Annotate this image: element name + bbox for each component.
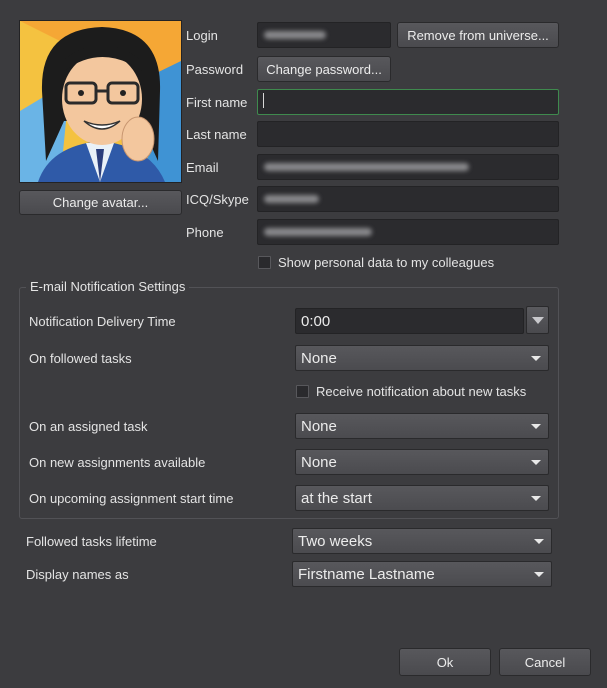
phone-field[interactable] xyxy=(257,219,559,245)
avatar xyxy=(19,20,182,183)
email-redacted xyxy=(264,163,469,171)
text-caret xyxy=(263,93,264,108)
last-name-label: Last name xyxy=(186,127,247,142)
change-avatar-button[interactable]: Change avatar... xyxy=(19,190,182,215)
assigned-task-select[interactable]: None xyxy=(295,413,549,439)
assigned-task-label: On an assigned task xyxy=(29,419,148,434)
new-assignments-label: On new assignments available xyxy=(29,455,206,470)
change-password-button[interactable]: Change password... xyxy=(257,56,391,82)
delivery-time-value: 0:00 xyxy=(301,312,331,330)
followed-tasks-lifetime-value: Two weeks xyxy=(298,532,373,550)
upcoming-assignment-label: On upcoming assignment start time xyxy=(29,491,234,506)
new-assignments-select[interactable]: None xyxy=(295,449,549,475)
followed-tasks-select[interactable]: None xyxy=(295,345,549,371)
login-label: Login xyxy=(186,28,218,43)
last-name-field[interactable] xyxy=(257,121,559,147)
login-redacted xyxy=(264,31,326,39)
remove-from-universe-button[interactable]: Remove from universe... xyxy=(397,22,559,48)
display-names-value: Firstname Lastname xyxy=(298,565,435,583)
icq-redacted xyxy=(264,195,319,203)
email-label: Email xyxy=(186,160,219,175)
chevron-down-icon xyxy=(531,355,541,361)
display-names-label: Display names as xyxy=(26,567,129,582)
chevron-down-icon xyxy=(531,495,541,501)
new-assignments-value: None xyxy=(301,453,337,471)
password-label: Password xyxy=(186,62,244,77)
icq-skype-label: ICQ/Skype xyxy=(186,192,249,207)
receive-new-tasks-label: Receive notification about new tasks xyxy=(316,384,527,399)
delivery-time-spin-button[interactable] xyxy=(526,306,549,334)
followed-tasks-value: None xyxy=(301,349,337,367)
followed-tasks-lifetime-select[interactable]: Two weeks xyxy=(292,528,552,554)
chevron-down-icon xyxy=(534,538,544,544)
show-personal-data-label: Show personal data to my colleagues xyxy=(278,255,495,270)
assigned-task-value: None xyxy=(301,417,337,435)
followed-tasks-lifetime-label: Followed tasks lifetime xyxy=(26,534,157,549)
email-field[interactable] xyxy=(257,154,559,180)
first-name-field[interactable] xyxy=(257,89,559,115)
chevron-down-icon xyxy=(534,571,544,577)
receive-new-tasks-checkbox[interactable] xyxy=(296,385,309,398)
chevron-down-icon xyxy=(531,423,541,429)
chevron-down-icon xyxy=(531,459,541,465)
delivery-time-input[interactable]: 0:00 xyxy=(295,308,524,334)
cancel-button[interactable]: Cancel xyxy=(499,648,591,676)
upcoming-assignment-select[interactable]: at the start xyxy=(295,485,549,511)
show-personal-data-checkbox[interactable] xyxy=(258,256,271,269)
display-names-select[interactable]: Firstname Lastname xyxy=(292,561,552,587)
phone-redacted xyxy=(264,228,372,236)
followed-tasks-label: On followed tasks xyxy=(29,351,132,366)
spin-down-icon xyxy=(531,316,544,324)
delivery-time-label: Notification Delivery Time xyxy=(29,314,176,329)
ok-button[interactable]: Ok xyxy=(399,648,491,676)
login-field[interactable] xyxy=(257,22,391,48)
email-notification-settings-title: E-mail Notification Settings xyxy=(26,279,190,294)
icq-skype-field[interactable] xyxy=(257,186,559,212)
upcoming-assignment-value: at the start xyxy=(301,489,372,507)
phone-label: Phone xyxy=(186,225,224,240)
first-name-label: First name xyxy=(186,95,248,110)
avatar-image xyxy=(20,21,181,182)
